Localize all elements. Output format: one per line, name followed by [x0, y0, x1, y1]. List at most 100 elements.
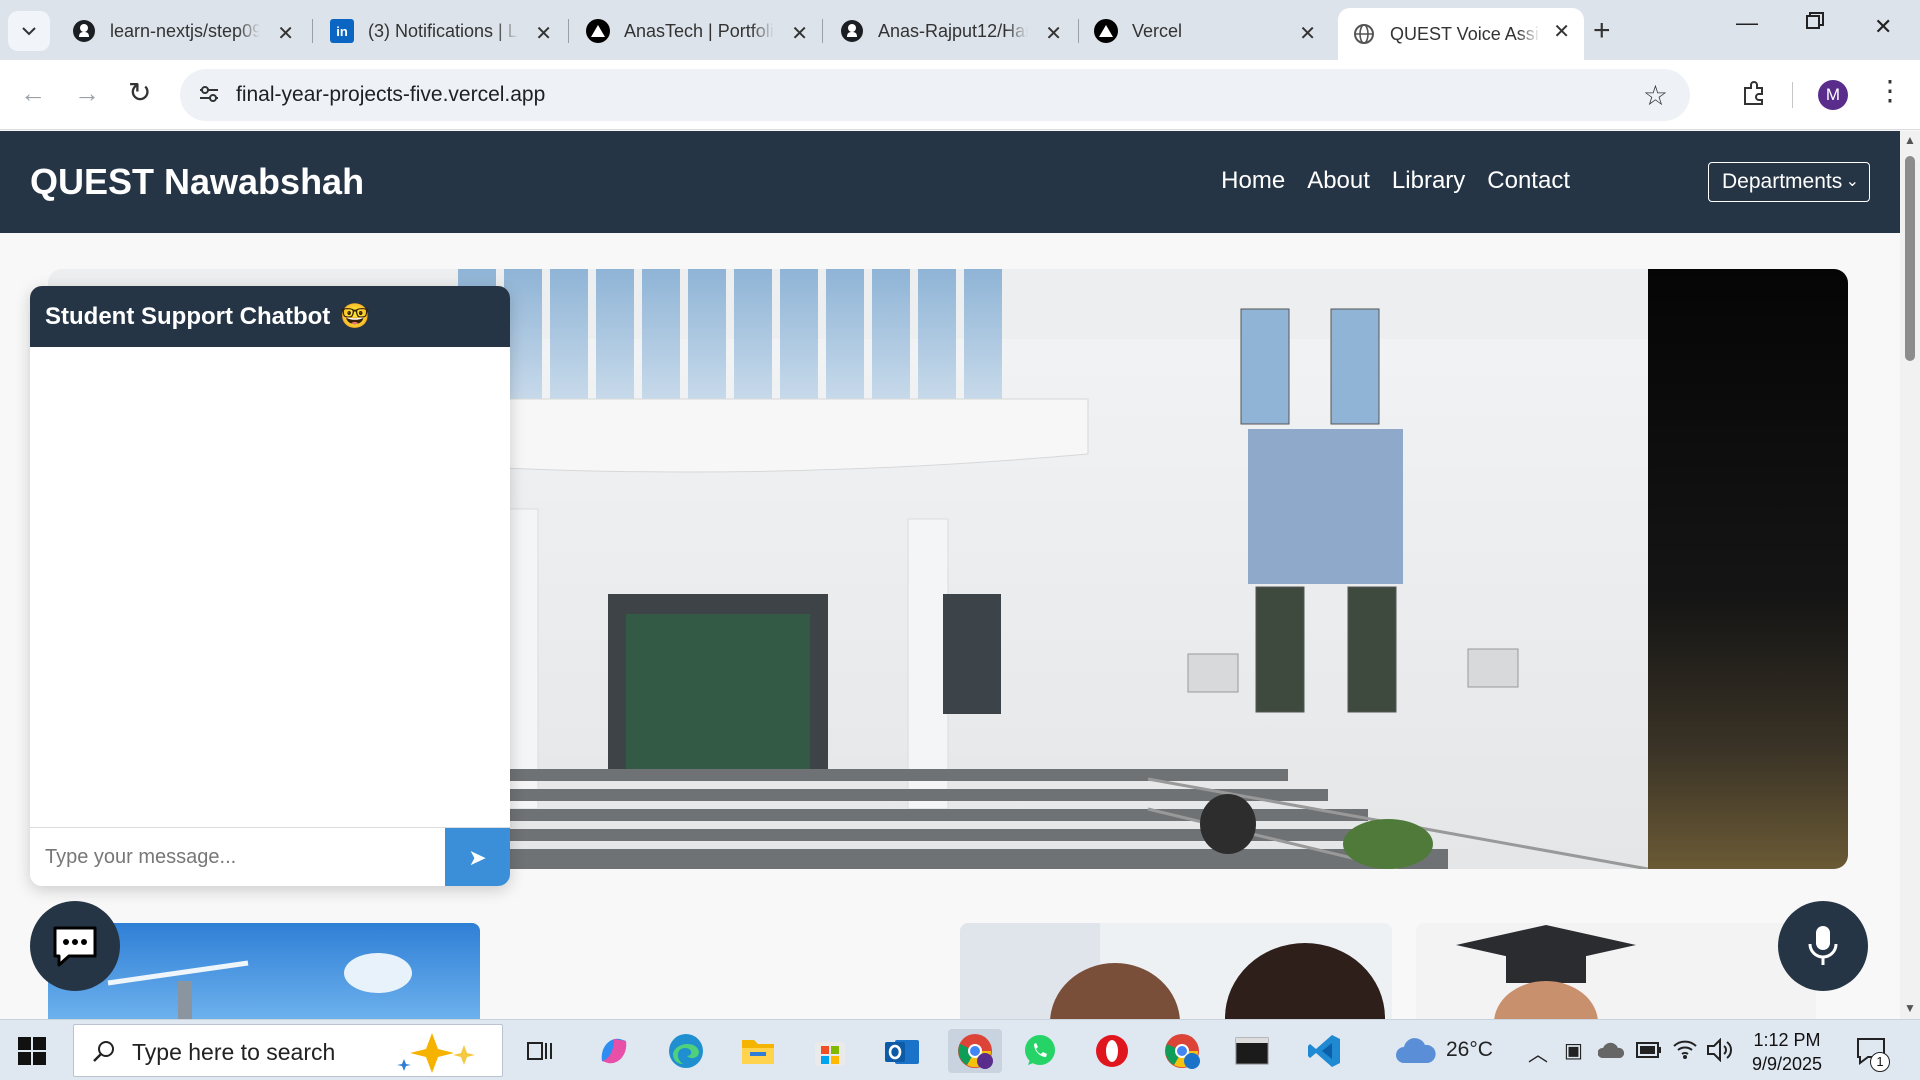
tab-anas-rajput-github[interactable]: Anas-Rajput12/Hand ✕	[826, 10, 1076, 52]
web-page: QUEST Nawabshah Home About Library Conta…	[0, 131, 1900, 1019]
vercel-icon	[1094, 19, 1118, 43]
microphone-icon	[1808, 926, 1838, 965]
tab-anastech-portfolio[interactable]: AnasTech | Portfolio ✕	[572, 10, 822, 52]
weather-temperature[interactable]: 26°C	[1446, 1038, 1493, 1062]
chatbot-panel: Student Support Chatbot 🤓 ➤	[30, 286, 510, 886]
taskbar-search-box[interactable]: Type here to search	[73, 1024, 503, 1077]
back-icon[interactable]: ←	[20, 78, 46, 109]
chrome-profile-ar-icon[interactable]	[1160, 1029, 1204, 1073]
wifi-icon[interactable]	[1672, 1038, 1698, 1060]
chat-bubble-icon	[53, 926, 97, 967]
github-icon	[72, 19, 96, 43]
nav-library-link[interactable]: Library	[1392, 167, 1465, 195]
tab-divider	[1078, 19, 1079, 43]
vscode-icon[interactable]	[1302, 1029, 1346, 1073]
nerd-face-icon: 🤓	[340, 303, 371, 330]
browser-menu-icon[interactable]: ⋮	[1876, 74, 1904, 107]
tab-vercel[interactable]: Vercel ✕	[1080, 10, 1330, 52]
chatbot-title: Student Support Chatbot	[45, 302, 331, 330]
chat-input-row: ➤	[30, 827, 510, 886]
whatsapp-icon[interactable]	[1018, 1029, 1062, 1073]
tab-title: AnasTech | Portfolio	[624, 20, 774, 41]
github-icon	[840, 19, 864, 43]
tab-divider	[822, 19, 823, 43]
chatbot-toggle-button[interactable]	[30, 901, 120, 991]
microsoft-store-icon[interactable]	[808, 1029, 852, 1073]
restore-icon[interactable]	[1806, 10, 1824, 36]
tab-quest-voice-assistant[interactable]: QUEST Voice Assistant ✕	[1338, 8, 1584, 60]
departments-dropdown[interactable]: Departments ⌄	[1708, 162, 1870, 202]
tab-title: QUEST Voice Assistant	[1390, 23, 1540, 44]
chatbot-header: Student Support Chatbot 🤓	[30, 286, 510, 347]
search-icon	[93, 1041, 114, 1062]
search-placeholder: Type here to search	[132, 1039, 336, 1065]
onedrive-icon[interactable]	[1598, 1041, 1624, 1059]
chat-messages-area[interactable]	[30, 347, 510, 827]
volume-icon[interactable]	[1706, 1038, 1732, 1062]
url-text[interactable]: final-year-projects-five.vercel.app	[236, 83, 545, 107]
terminal-icon[interactable]	[1230, 1029, 1274, 1073]
profile-avatar[interactable]: M	[1818, 80, 1848, 110]
clock-time: 1:12 PM	[1753, 1030, 1821, 1050]
scrollbar-thumb[interactable]	[1905, 156, 1915, 361]
linkedin-icon: in	[330, 19, 354, 43]
chrome-browser-icon-active[interactable]	[948, 1029, 1002, 1073]
cloud-weather-icon	[1396, 1038, 1436, 1063]
notification-count-badge: 1	[1870, 1052, 1890, 1072]
vercel-icon	[586, 19, 610, 43]
tab-title: Anas-Rajput12/Hand	[878, 20, 1028, 41]
new-tab-icon[interactable]: +	[1593, 14, 1611, 48]
edge-browser-icon[interactable]	[664, 1029, 708, 1073]
nav-contact-link[interactable]: Contact	[1487, 167, 1570, 195]
clock-date: 9/9/2025	[1752, 1054, 1823, 1074]
close-tab-icon[interactable]: ✕	[535, 21, 552, 46]
tab-learn-nextjs[interactable]: learn-nextjs/step09 ✕	[58, 10, 308, 52]
chat-send-button[interactable]: ➤	[445, 828, 510, 886]
chat-message-input[interactable]	[30, 828, 445, 886]
reload-icon[interactable]: ↻	[128, 76, 151, 109]
page-scrollbar[interactable]: ▲ ▼	[1900, 131, 1920, 1019]
battery-icon[interactable]	[1636, 1042, 1662, 1058]
address-bar[interactable]: final-year-projects-five.vercel.app ☆	[180, 69, 1690, 121]
browser-tabstrip: learn-nextjs/step09 ✕ in (3) Notificatio…	[0, 0, 1920, 60]
task-view-icon[interactable]	[518, 1029, 562, 1073]
close-window-icon[interactable]: ✕	[1874, 14, 1892, 40]
student-card-image[interactable]	[960, 923, 1392, 1019]
graduate-card-image[interactable]	[1416, 923, 1816, 1019]
voice-assistant-button[interactable]	[1778, 901, 1868, 991]
outlook-icon[interactable]	[880, 1029, 924, 1073]
taskbar-clock[interactable]: 1:12 PM 9/9/2025	[1752, 1028, 1822, 1076]
scroll-up-icon[interactable]: ▲	[1904, 133, 1916, 147]
opera-browser-icon[interactable]	[1090, 1029, 1134, 1073]
show-hidden-icons-icon[interactable]: ︿	[1528, 1038, 1548, 1067]
departments-label: Departments	[1722, 170, 1843, 193]
site-header: QUEST Nawabshah Home About Library Conta…	[0, 131, 1900, 233]
extensions-icon[interactable]	[1740, 79, 1768, 107]
file-explorer-icon[interactable]	[736, 1029, 780, 1073]
forward-icon[interactable]: →	[74, 78, 100, 109]
meet-now-icon[interactable]: ▣	[1564, 1038, 1583, 1063]
minimize-icon[interactable]: —	[1736, 10, 1758, 36]
tab-divider	[568, 19, 569, 43]
close-tab-icon[interactable]: ✕	[277, 21, 294, 46]
site-title[interactable]: QUEST Nawabshah	[30, 161, 364, 203]
windows-start-icon[interactable]	[18, 1037, 46, 1065]
nav-home-link[interactable]: Home	[1221, 167, 1285, 195]
globe-icon	[1352, 22, 1376, 46]
site-info-icon[interactable]	[198, 83, 220, 105]
copilot-icon[interactable]	[592, 1029, 636, 1073]
search-highlight-icon	[397, 1033, 475, 1073]
tab-search-button[interactable]	[8, 11, 50, 51]
scroll-down-icon[interactable]: ▼	[1904, 1001, 1916, 1015]
tab-title: (3) Notifications | LinkedIn	[368, 20, 518, 41]
tab-linkedin[interactable]: in (3) Notifications | LinkedIn ✕	[316, 10, 566, 52]
windows-taskbar: Type here to search 26°C ︿ ▣ 1:12 PM 9/9…	[0, 1019, 1920, 1080]
chevron-down-icon: ⌄	[1845, 173, 1859, 190]
tab-divider	[312, 19, 313, 43]
close-tab-icon[interactable]: ✕	[1553, 19, 1570, 44]
close-tab-icon[interactable]: ✕	[1045, 21, 1062, 46]
bookmark-star-icon[interactable]: ☆	[1643, 79, 1668, 112]
close-tab-icon[interactable]: ✕	[1299, 21, 1316, 46]
close-tab-icon[interactable]: ✕	[791, 21, 808, 46]
nav-about-link[interactable]: About	[1307, 167, 1370, 195]
